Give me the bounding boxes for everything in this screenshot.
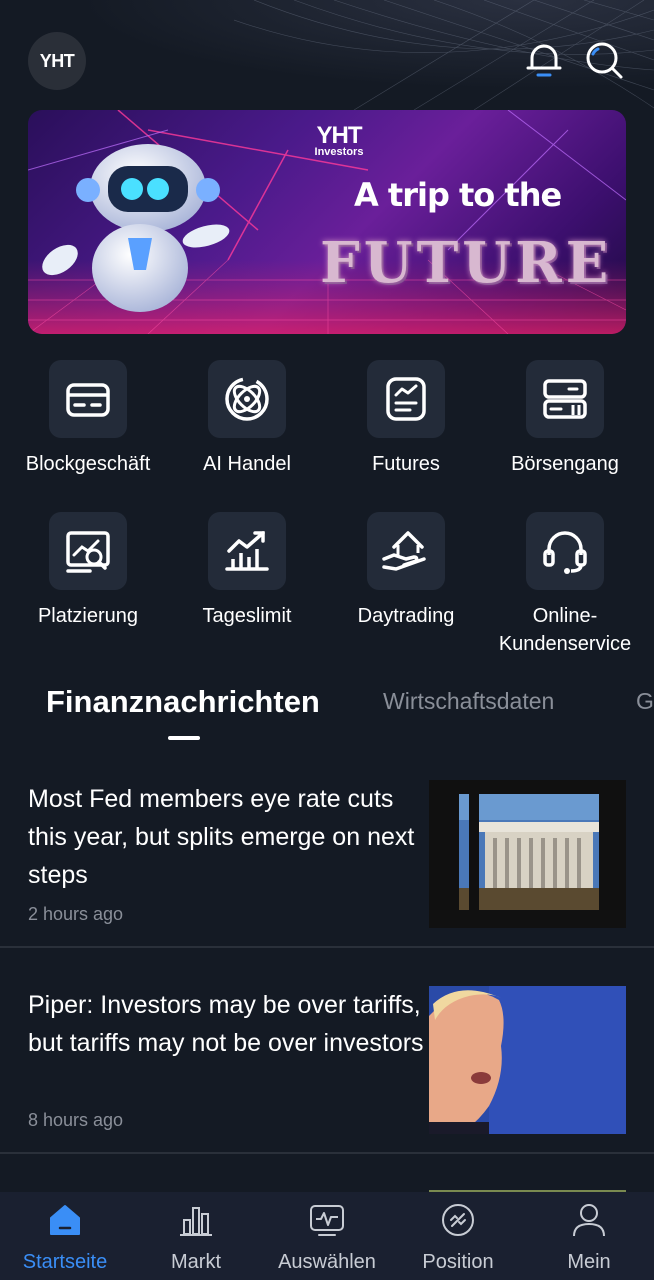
headset-icon <box>526 512 604 590</box>
nav-label: Mein <box>567 1251 611 1273</box>
nav-position[interactable]: Position <box>393 1202 523 1274</box>
app-header: YHT <box>0 0 654 110</box>
analysis-icon <box>49 512 127 590</box>
app-logo[interactable]: YHT <box>28 32 86 90</box>
feature-online-kundenservice[interactable]: Online-Kundenservice <box>485 512 645 658</box>
tab-finanznachrichten[interactable]: Finanznachrichten <box>46 684 320 720</box>
feature-tageslimit[interactable]: Tageslimit <box>167 512 327 630</box>
growth-chart-icon <box>208 512 286 590</box>
hand-house-icon <box>367 512 445 590</box>
atom-icon <box>208 360 286 438</box>
news-title: Most Fed members eye rate cuts this year… <box>28 785 415 889</box>
bell-icon[interactable] <box>524 40 564 80</box>
promo-banner[interactable]: YHT Investors A trip to the FUTURE <box>28 110 626 334</box>
monitor-pulse-icon <box>310 1205 344 1236</box>
banner-subtitle: FUTURE <box>320 230 613 296</box>
nav-label: Auswählen <box>278 1251 376 1273</box>
nav-markt[interactable]: Markt <box>131 1202 261 1274</box>
nav-mein[interactable]: Mein <box>524 1202 654 1274</box>
news-time: 2 hours ago <box>28 904 124 924</box>
nav-auswaehlen[interactable]: Auswählen <box>262 1202 392 1274</box>
news-item[interactable]: Most Fed members eye rate cuts this year… <box>0 780 654 948</box>
feature-boersengang[interactable]: Börsengang <box>485 360 645 478</box>
banner-title: A trip to the <box>354 176 562 214</box>
user-icon <box>573 1204 605 1237</box>
feature-label: Platzierung <box>37 605 139 627</box>
bar-chart-icon <box>180 1207 212 1236</box>
tab-more[interactable]: G <box>636 688 654 715</box>
nav-startseite[interactable]: Startseite <box>0 1202 130 1274</box>
chart-doc-icon <box>367 360 445 438</box>
news-thumbnail-fed-building <box>429 780 626 928</box>
feature-blockgeschaeft[interactable]: Blockgeschäft <box>8 360 168 478</box>
nav-label: Position <box>422 1251 494 1273</box>
news-thumbnail-speaker <box>429 986 626 1134</box>
feature-label: Online-Kundenservice <box>498 605 632 655</box>
news-title: Piper: Investors may be over tariffs, bu… <box>28 991 424 1057</box>
bottom-nav: Startseite Markt Auswählen Position Mein <box>0 1192 654 1280</box>
position-icon <box>442 1204 474 1236</box>
feature-ai-handel[interactable]: AI Handel <box>167 360 327 478</box>
feature-platzierung[interactable]: Platzierung <box>8 512 168 630</box>
news-tabs: Finanznachrichten Wirtschaftsdaten G <box>0 684 654 744</box>
feature-label: Blockgeschäft <box>25 453 151 475</box>
feature-label: Börsengang <box>511 453 619 475</box>
feature-label: Tageslimit <box>202 605 292 627</box>
feature-daytrading[interactable]: Daytrading <box>326 512 486 630</box>
feature-futures[interactable]: Futures <box>326 360 486 478</box>
search-icon[interactable] <box>584 40 624 80</box>
news-time: 8 hours ago <box>28 1110 124 1130</box>
feature-label: Daytrading <box>357 605 455 627</box>
home-icon <box>50 1205 80 1235</box>
card-icon <box>49 360 127 438</box>
server-icon <box>526 360 604 438</box>
banner-brand-sub: Investors <box>314 146 364 158</box>
feature-label: Futures <box>372 453 440 475</box>
nav-label: Markt <box>171 1251 221 1273</box>
active-tab-indicator <box>168 736 200 740</box>
banner-brand: YHT Investors <box>294 122 384 158</box>
news-item[interactable]: Piper: Investors may be over tariffs, bu… <box>0 986 654 1154</box>
tab-wirtschaftsdaten[interactable]: Wirtschaftsdaten <box>383 688 554 715</box>
feature-label: AI Handel <box>203 453 291 475</box>
nav-label: Startseite <box>22 1251 108 1273</box>
